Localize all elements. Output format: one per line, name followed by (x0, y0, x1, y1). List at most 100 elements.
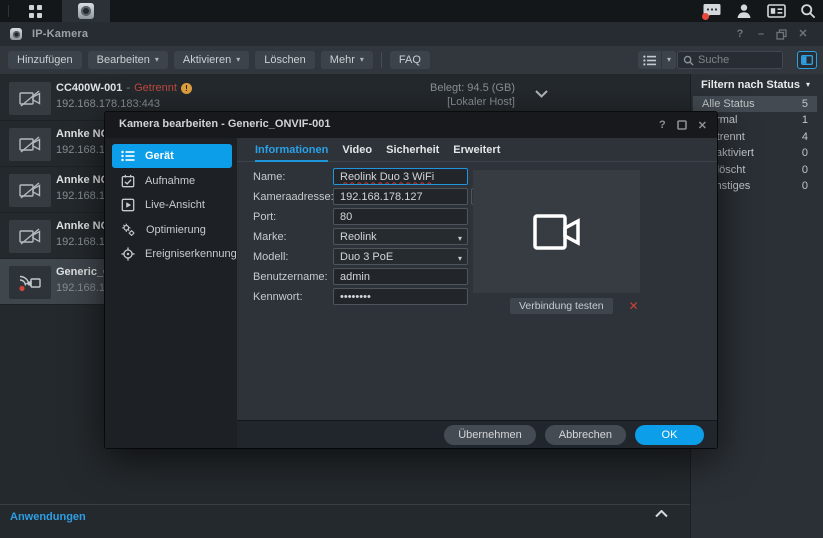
filter-item-alle-status[interactable]: Alle Status5 (693, 96, 817, 112)
filter-count: 0 (802, 147, 808, 159)
brand-label: Marke: (253, 231, 333, 243)
edit-button[interactable]: Bearbeiten▾ (88, 51, 168, 69)
ok-button[interactable]: OK (635, 425, 704, 445)
tab-bar: Informationen Video Sicherheit Erweitert (237, 143, 717, 162)
name-label: Name: (253, 171, 333, 183)
chevron-down-icon: ▾ (236, 56, 240, 64)
applications-bar: Anwendungen (0, 504, 690, 538)
faq-button[interactable]: FAQ (390, 51, 430, 69)
filter-count: 0 (802, 164, 808, 176)
camera-name: CC400W-001 (56, 82, 122, 94)
camera-thumbnail (9, 220, 51, 253)
search-icon (683, 55, 694, 66)
chevron-down-icon: ▾ (458, 234, 462, 243)
target-icon (121, 247, 135, 261)
camera-address-field[interactable]: 192.168.178.127 (333, 188, 468, 205)
sidebar-item-ereigniserkennung[interactable]: Ereigniserkennung (112, 242, 232, 266)
search-input[interactable] (698, 54, 777, 66)
main-menu-grid-icon[interactable] (28, 3, 48, 19)
user-icon[interactable] (733, 2, 755, 20)
chevron-up-icon[interactable] (655, 510, 668, 518)
side-panel-toggle-icon[interactable] (797, 51, 817, 69)
desktop-taskbar (0, 0, 823, 22)
list-icon (121, 150, 135, 162)
chat-icon[interactable] (701, 2, 723, 20)
delete-button[interactable]: Löschen (255, 51, 315, 69)
dialog-title: Kamera bearbeiten - Generic_ONVIF-001 (119, 118, 331, 130)
chevron-down-icon: ▾ (360, 56, 364, 64)
username-label: Benutzername: (253, 271, 333, 283)
activate-button[interactable]: Aktivieren▾ (174, 51, 249, 69)
view-mode-caret[interactable]: ▾ (661, 51, 676, 69)
sidebar-item-geraet[interactable]: Gerät (112, 144, 232, 168)
dialog-titlebar[interactable]: Kamera bearbeiten - Generic_ONVIF-001 ? … (105, 112, 717, 138)
tab-sicherheit[interactable]: Sicherheit (386, 143, 439, 162)
brand-select[interactable]: Reolink▾ (333, 228, 468, 245)
view-mode-button: ▾ (638, 51, 676, 69)
warning-icon: ! (181, 83, 192, 94)
chevron-down-icon[interactable] (535, 90, 548, 98)
model-select[interactable]: Duo 3 PoE▾ (333, 248, 468, 265)
dialog-sidebar: Gerät Aufnahme Live-Ansicht Optimierung … (105, 138, 237, 448)
notification-badge (702, 13, 709, 20)
taskbar-tray (701, 0, 819, 22)
window-titlebar[interactable]: IP-Kamera ? – ✕ (0, 22, 823, 46)
restore-icon[interactable] (776, 27, 788, 41)
dialog-footer: Übernehmen Abbrechen OK (237, 420, 717, 448)
search-box (677, 51, 783, 69)
port-field[interactable]: 80 (333, 208, 468, 225)
window-title: IP-Kamera (32, 28, 88, 40)
sidebar-item-optimierung[interactable]: Optimierung (112, 218, 232, 242)
tab-informationen[interactable]: Informationen (255, 143, 328, 162)
name-field[interactable]: Reolink Duo 3 WiFi (333, 168, 468, 185)
camera-thumbnail (9, 82, 51, 115)
filter-count: 5 (802, 98, 808, 110)
taskbar-active-app-tab[interactable] (62, 0, 110, 22)
widgets-icon[interactable] (765, 2, 787, 20)
chevron-down-icon: ▾ (806, 81, 810, 89)
sidebar-item-live-ansicht[interactable]: Live-Ansicht (112, 193, 232, 217)
minimize-icon[interactable]: – (755, 27, 767, 41)
list-view-icon[interactable] (638, 51, 661, 69)
search-icon[interactable] (797, 2, 819, 20)
username-field[interactable]: admin (333, 268, 468, 285)
filter-count: 1 (802, 114, 808, 126)
ip-kamera-app-icon (10, 28, 22, 40)
gears-icon (121, 223, 136, 237)
help-icon[interactable]: ? (659, 119, 666, 131)
sidebar-item-aufnahme[interactable]: Aufnahme (112, 169, 232, 193)
model-label: Modell: (253, 251, 333, 263)
storage-used: Belegt: 94.5 (GB) (430, 81, 515, 95)
storage-usage: Belegt: 94.5 (GB) [Lokaler Host] (430, 81, 515, 109)
close-icon[interactable]: ✕ (698, 119, 707, 132)
filter-count: 0 (802, 180, 808, 192)
calendar-check-icon (121, 174, 135, 188)
chevron-down-icon: ▾ (155, 56, 159, 64)
help-icon[interactable]: ? (734, 27, 746, 41)
window-controls: ? – ✕ (734, 22, 809, 46)
screen: IP-Kamera ? – ✕ Hinzufügen Bearbeiten▾ A… (0, 0, 823, 538)
close-icon[interactable]: ✕ (797, 27, 809, 41)
chevron-down-icon: ▾ (458, 254, 462, 263)
password-field[interactable]: •••••••• (333, 288, 468, 305)
play-box-icon (121, 198, 135, 212)
toolbar-divider (381, 52, 382, 68)
more-button[interactable]: Mehr▾ (321, 51, 373, 69)
taskbar-divider (8, 5, 9, 17)
dialog-controls: ? ✕ (659, 112, 707, 138)
add-button[interactable]: Hinzufügen (8, 51, 82, 69)
address-label: Kameraadresse: (253, 191, 333, 203)
filter-panel-title[interactable]: Filtern nach Status ▾ (701, 79, 810, 91)
apply-button[interactable]: Übernehmen (444, 425, 536, 445)
password-label: Kennwort: (253, 291, 333, 303)
surveillance-station-app-icon (78, 3, 94, 19)
camera-thumbnail (9, 128, 51, 161)
cancel-button[interactable]: Abbrechen (545, 425, 626, 445)
dialog-content: Informationen Video Sicherheit Erweitert… (237, 138, 717, 420)
separator: - (126, 82, 130, 94)
applications-link[interactable]: Anwendungen (10, 511, 86, 523)
maximize-icon[interactable] (677, 120, 687, 130)
test-connection-button[interactable]: Verbindung testen (510, 298, 613, 314)
tab-video[interactable]: Video (342, 143, 372, 162)
tab-erweitert[interactable]: Erweitert (453, 143, 500, 162)
